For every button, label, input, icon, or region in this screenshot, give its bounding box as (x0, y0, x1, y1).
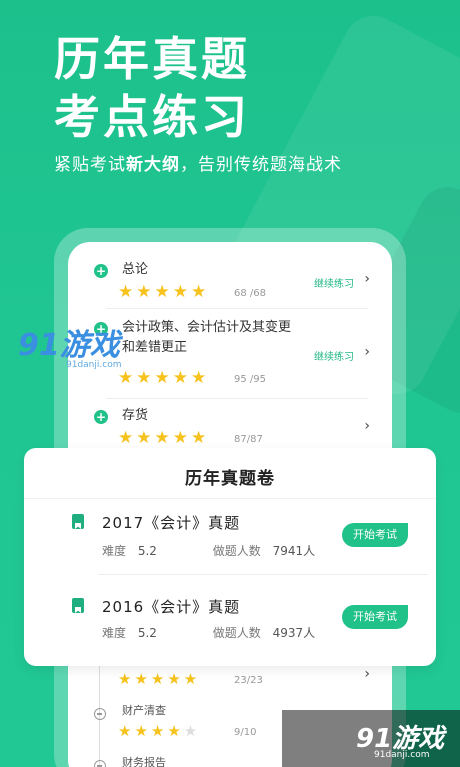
past-papers-card: 历年真题卷 2017《会计》真题 难度 5.2 做题人数 7941人 开始考试 … (24, 448, 436, 666)
start-exam-button[interactable]: 开始考试 (342, 523, 408, 547)
book-icon (72, 514, 84, 529)
star-rating: ★★★★★ (118, 722, 201, 740)
continue-practice-link[interactable]: 继续练习 (314, 348, 354, 363)
difficulty-value: 5.2 (137, 626, 157, 640)
subtitle-part: 传统题海战术 (234, 155, 342, 175)
chapter-title: 总论 (122, 262, 149, 277)
chevron-right-icon[interactable]: › (364, 418, 370, 434)
hero-title-line2: 考点练习 (54, 90, 250, 144)
chapter-row[interactable]: ★★★★★ 23/23 › (68, 664, 392, 694)
collapse-icon[interactable] (94, 708, 106, 720)
divider (106, 398, 368, 399)
divider (24, 498, 436, 499)
progress-count: 68 /68 (234, 288, 266, 299)
progress-count: 95 /95 (234, 374, 266, 385)
chevron-right-icon[interactable]: › (364, 271, 370, 287)
paper-name: 2016《会计》真题 (102, 598, 241, 616)
paper-meta: 难度 5.2 做题人数 4937人 (102, 624, 315, 641)
progress-count: 87/87 (234, 434, 263, 445)
hero-title: 历年真题 考点练习 (54, 30, 250, 146)
start-exam-button[interactable]: 开始考试 (342, 605, 408, 629)
expand-icon[interactable]: + (94, 264, 108, 278)
hero-title-line1: 历年真题 (54, 32, 250, 86)
progress-count: 9/10 (234, 727, 257, 738)
difficulty-label: 难度 (102, 626, 127, 640)
divider (98, 574, 428, 575)
people-value: 4937人 (272, 626, 316, 640)
hero-subtitle: 紧贴考试新大纲，告别传统题海战术 (54, 150, 342, 175)
star-rating: ★★★★★ (118, 368, 210, 388)
expand-icon[interactable]: + (94, 410, 108, 424)
chevron-right-icon[interactable]: › (364, 344, 370, 360)
book-icon (72, 598, 84, 613)
chapter-title: 存货 (122, 408, 149, 423)
empty-star-icon: ★ (183, 722, 201, 740)
people-label: 做题人数 (212, 626, 261, 640)
watermark-text: 91游戏 (18, 328, 120, 363)
difficulty-label: 难度 (102, 544, 127, 558)
chevron-right-icon[interactable]: › (364, 666, 370, 682)
watermark-badge: 91游戏 91danji.com (282, 710, 460, 767)
star-rating: ★★★★★ (118, 428, 210, 448)
subtitle-part: 紧贴考试 (54, 155, 126, 175)
watermark-logo: 91游戏 91danji.com (18, 320, 121, 370)
difficulty-value: 5.2 (137, 544, 157, 558)
people-value: 7941人 (272, 544, 316, 558)
paper-name: 2017《会计》真题 (102, 514, 241, 532)
divider (106, 308, 368, 309)
progress-count: 23/23 (234, 675, 263, 686)
paper-meta: 难度 5.2 做题人数 7941人 (102, 542, 315, 559)
continue-practice-link[interactable]: 继续练习 (314, 275, 354, 290)
chapter-title: 财产清查 (122, 704, 166, 717)
star-rating: ★★★★★ (118, 282, 210, 302)
subtitle-bold: 新大纲 (126, 155, 180, 175)
chapter-row[interactable]: + 总论 ★★★★★ 68 /68 继续练习 › (68, 262, 392, 322)
subtitle-part: ，告别 (180, 155, 234, 175)
collapse-icon[interactable] (94, 760, 106, 767)
chapter-title: 财务报告 (122, 756, 166, 767)
card-title: 历年真题卷 (185, 469, 275, 489)
chapter-title: 会计政策、会计估计及其变更和差错更正 (122, 320, 292, 355)
watermark-url: 91danji.com (374, 750, 430, 760)
star-rating: ★★★★★ (118, 670, 201, 688)
people-label: 做题人数 (212, 544, 261, 558)
watermark-url: 91danji.com (66, 360, 122, 370)
paper-item[interactable]: 2017《会计》真题 难度 5.2 做题人数 7941人 开始考试 (58, 510, 426, 580)
paper-item[interactable]: 2016《会计》真题 难度 5.2 做题人数 4937人 开始考试 (58, 594, 426, 664)
